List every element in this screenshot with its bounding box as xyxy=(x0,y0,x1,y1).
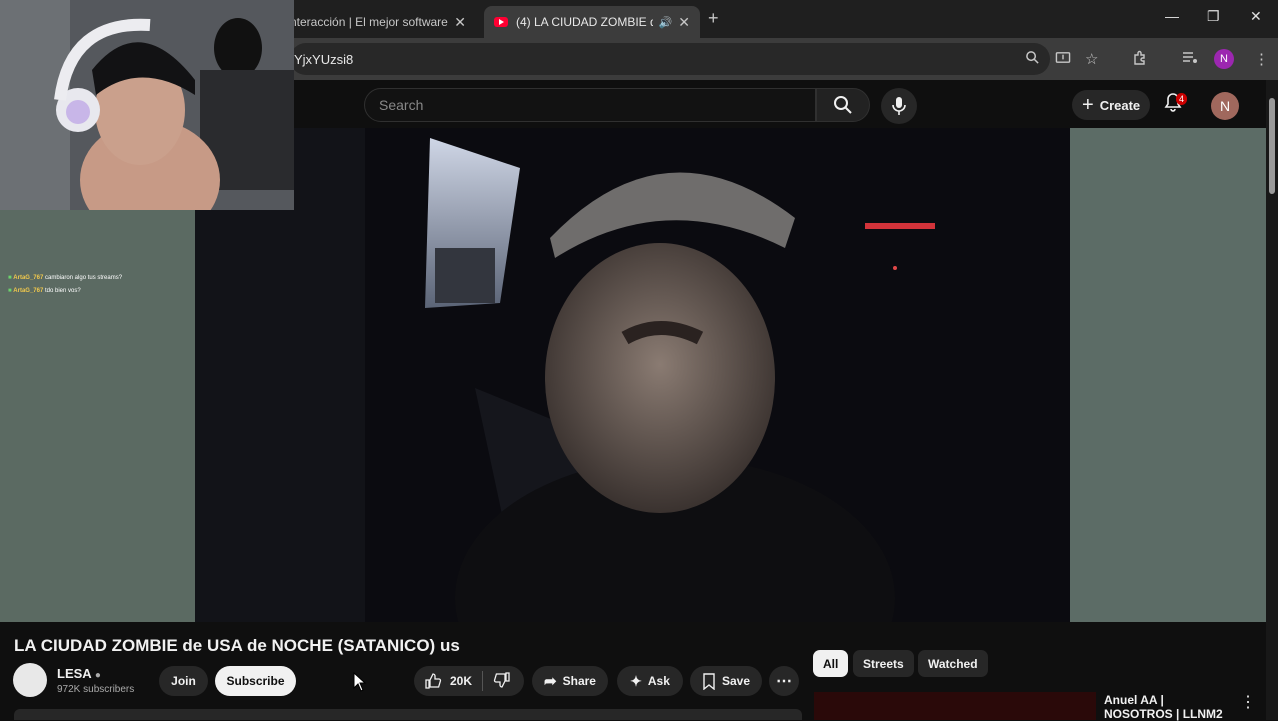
browser-tab-active[interactable]: (4) LA CIUDAD ZOMBIE de U 🔊 ✕ xyxy=(484,6,700,38)
webcam-feed xyxy=(0,0,294,210)
minimize-icon[interactable]: — xyxy=(1165,8,1179,24)
like-dislike-group: 20K xyxy=(414,666,524,696)
zoom-icon[interactable] xyxy=(1025,50,1040,69)
scrollbar-thumb[interactable] xyxy=(1269,98,1275,194)
like-button[interactable]: 20K xyxy=(424,672,472,690)
chat-username: ArtaG_767 xyxy=(13,288,44,294)
url-text: YjxYUzsi8 xyxy=(294,51,354,67)
chat-badge-icon: ■ xyxy=(8,275,12,281)
dislike-button[interactable] xyxy=(493,671,511,692)
speaker-icon[interactable]: 🔊 xyxy=(659,16,673,29)
extensions-icon[interactable] xyxy=(1132,50,1148,70)
chip-streets[interactable]: Streets xyxy=(853,650,914,677)
plus-icon: + xyxy=(1082,93,1094,116)
channel-name-text: LESA xyxy=(57,666,92,681)
tab-title: (4) LA CIUDAD ZOMBIE de U xyxy=(516,15,653,29)
bookmark-icon xyxy=(703,672,715,690)
profile-avatar[interactable]: N xyxy=(1214,49,1234,69)
divider xyxy=(482,671,484,691)
search-input[interactable]: Search xyxy=(364,88,816,122)
chat-badge-icon: ■ xyxy=(8,288,12,294)
save-button[interactable]: Save xyxy=(690,666,762,696)
search-icon xyxy=(834,96,852,114)
browser-menu-icon[interactable]: ⋮ xyxy=(1254,50,1269,68)
subscriber-count: 972K subscribers xyxy=(57,684,135,695)
address-bar[interactable]: YjxYUzsi8 xyxy=(290,43,1050,75)
ask-label: Ask xyxy=(647,674,670,688)
mouse-cursor-icon xyxy=(353,672,367,692)
chip-watched[interactable]: Watched xyxy=(918,650,988,677)
new-tab-button[interactable]: + xyxy=(708,8,719,29)
channel-name[interactable]: LESA ● xyxy=(57,666,101,681)
video-player[interactable] xyxy=(195,128,1070,622)
thumbs-up-icon xyxy=(425,673,442,689)
recommendation-menu-icon[interactable]: ⋮ xyxy=(1240,692,1256,712)
notification-badge: 4 xyxy=(1176,93,1188,105)
stream-overlay-left: ■ ArtaG_767 cambiaron algo tus streams? … xyxy=(0,210,195,622)
install-app-icon[interactable] xyxy=(1055,50,1071,69)
webcam-overlay xyxy=(0,0,294,210)
close-window-icon[interactable]: ✕ xyxy=(1250,8,1262,25)
youtube-favicon-icon xyxy=(494,17,508,27)
like-count: 20K xyxy=(450,674,473,688)
close-tab-icon[interactable]: ✕ xyxy=(678,14,690,31)
microphone-icon xyxy=(892,97,906,115)
user-avatar[interactable]: N xyxy=(1211,92,1239,120)
media-control-icon[interactable] xyxy=(1182,50,1198,68)
thumbs-down-icon xyxy=(493,671,510,688)
close-tab-icon[interactable]: ✕ xyxy=(454,14,466,31)
more-actions-button[interactable]: ⋯ xyxy=(769,666,799,696)
chat-username: ArtaG_767 xyxy=(13,275,44,281)
chip-all[interactable]: All xyxy=(813,650,849,677)
chat-message: ■ ArtaG_767 cambiaron algo tus streams? xyxy=(8,275,122,281)
restore-icon[interactable]: ❐ xyxy=(1207,8,1220,25)
tab-title: nteracción | El mejor software p xyxy=(290,15,449,29)
verified-icon: ● xyxy=(94,670,101,681)
recommendation-title[interactable]: Anuel AA | NOSOTROS | LLNM2 xyxy=(1104,693,1234,721)
description-box[interactable] xyxy=(14,709,802,720)
subscribe-button[interactable]: Subscribe xyxy=(215,666,296,696)
channel-avatar[interactable] xyxy=(13,663,47,697)
save-label: Save xyxy=(721,674,751,688)
recommendation-thumbnail[interactable] xyxy=(814,692,1096,720)
chat-text: cambiaron algo tus streams? xyxy=(45,275,123,281)
chat-text: tdo bien vos? xyxy=(45,288,81,294)
join-button[interactable]: Join xyxy=(159,666,208,696)
search-button[interactable] xyxy=(816,88,870,122)
sparkle-icon: ✦ xyxy=(630,672,642,689)
create-button[interactable]: + Create xyxy=(1072,90,1151,120)
ask-button[interactable]: ✦ Ask xyxy=(617,666,683,696)
video-frame xyxy=(195,128,1070,622)
share-button[interactable]: ➦ Share xyxy=(532,666,608,696)
voice-search-button[interactable] xyxy=(881,88,917,124)
create-label: Create xyxy=(1099,97,1141,113)
stream-overlay-right xyxy=(1070,128,1266,622)
share-icon: ➦ xyxy=(544,673,557,690)
browser-tab-inactive[interactable]: nteracción | El mejor software p ✕ xyxy=(280,6,476,38)
page-scrollbar[interactable] xyxy=(1266,80,1278,720)
bookmark-star-icon[interactable]: ☆ xyxy=(1085,50,1098,68)
video-title: LA CIUDAD ZOMBIE de USA de NOCHE (SATANI… xyxy=(14,636,460,655)
more-horizontal-icon: ⋯ xyxy=(776,673,792,690)
chat-message: ■ ArtaG_767 tdo bien vos? xyxy=(8,288,81,294)
share-label: Share xyxy=(562,674,596,688)
